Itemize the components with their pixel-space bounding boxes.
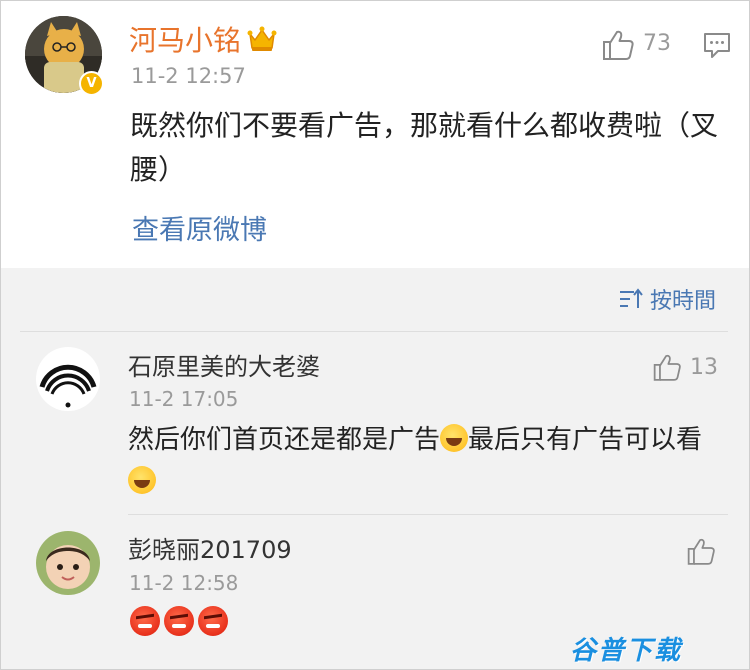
angry-emoji-icon <box>130 606 160 636</box>
reply-like-count: 13 <box>690 355 718 380</box>
reply-time: 11-2 17:05 <box>129 387 239 411</box>
post-like-count: 73 <box>643 31 671 56</box>
reply-author-avatar[interactable] <box>36 347 100 411</box>
reply-text: 然后你们首页还是都是广告 最后只有广告可以看 <box>128 419 718 503</box>
sort-by-time-button[interactable]: 按時間 <box>618 283 716 315</box>
reply-text-part: 然后你们首页还是都是广告 <box>128 425 441 455</box>
comment-icon[interactable] <box>703 32 731 59</box>
laugh-cry-emoji-icon <box>440 424 469 452</box>
verified-badge-icon: V <box>79 71 104 96</box>
reply-emoji-row <box>130 603 232 645</box>
crown-icon <box>247 26 277 51</box>
laugh-cry-emoji-icon <box>128 466 156 494</box>
reply-author-name[interactable]: 石原里美的大老婆 <box>128 352 320 382</box>
divider <box>128 514 728 515</box>
sort-label: 按時間 <box>650 289 717 314</box>
post-author-name[interactable]: 河马小铭 <box>129 24 241 58</box>
angry-emoji-icon <box>164 606 194 636</box>
thumbs-up-icon[interactable] <box>686 537 716 566</box>
reply-author-name[interactable]: 彭晓丽201709 <box>128 535 292 565</box>
divider <box>20 331 728 332</box>
original-post-card: V 河马小铭 11-2 12:57 73 既然你们不要看广告，那就看什么都收费啦… <box>1 1 749 268</box>
post-body-text: 既然你们不要看广告，那就看什么都收费啦（叉腰） <box>130 109 719 186</box>
reply-text-part: 最后只有广告可以看 <box>468 425 703 455</box>
site-watermark: 谷普下载 <box>570 636 683 666</box>
thumbs-up-icon[interactable] <box>652 353 682 382</box>
sort-icon <box>620 288 643 308</box>
reply-author-avatar[interactable] <box>36 531 100 595</box>
angry-emoji-icon <box>198 606 228 636</box>
view-original-weibo-link[interactable]: 查看原微博 <box>132 208 267 247</box>
post-time: 11-2 12:57 <box>131 64 246 88</box>
thumbs-up-icon[interactable] <box>601 29 635 61</box>
reply-time: 11-2 12:58 <box>129 571 239 595</box>
